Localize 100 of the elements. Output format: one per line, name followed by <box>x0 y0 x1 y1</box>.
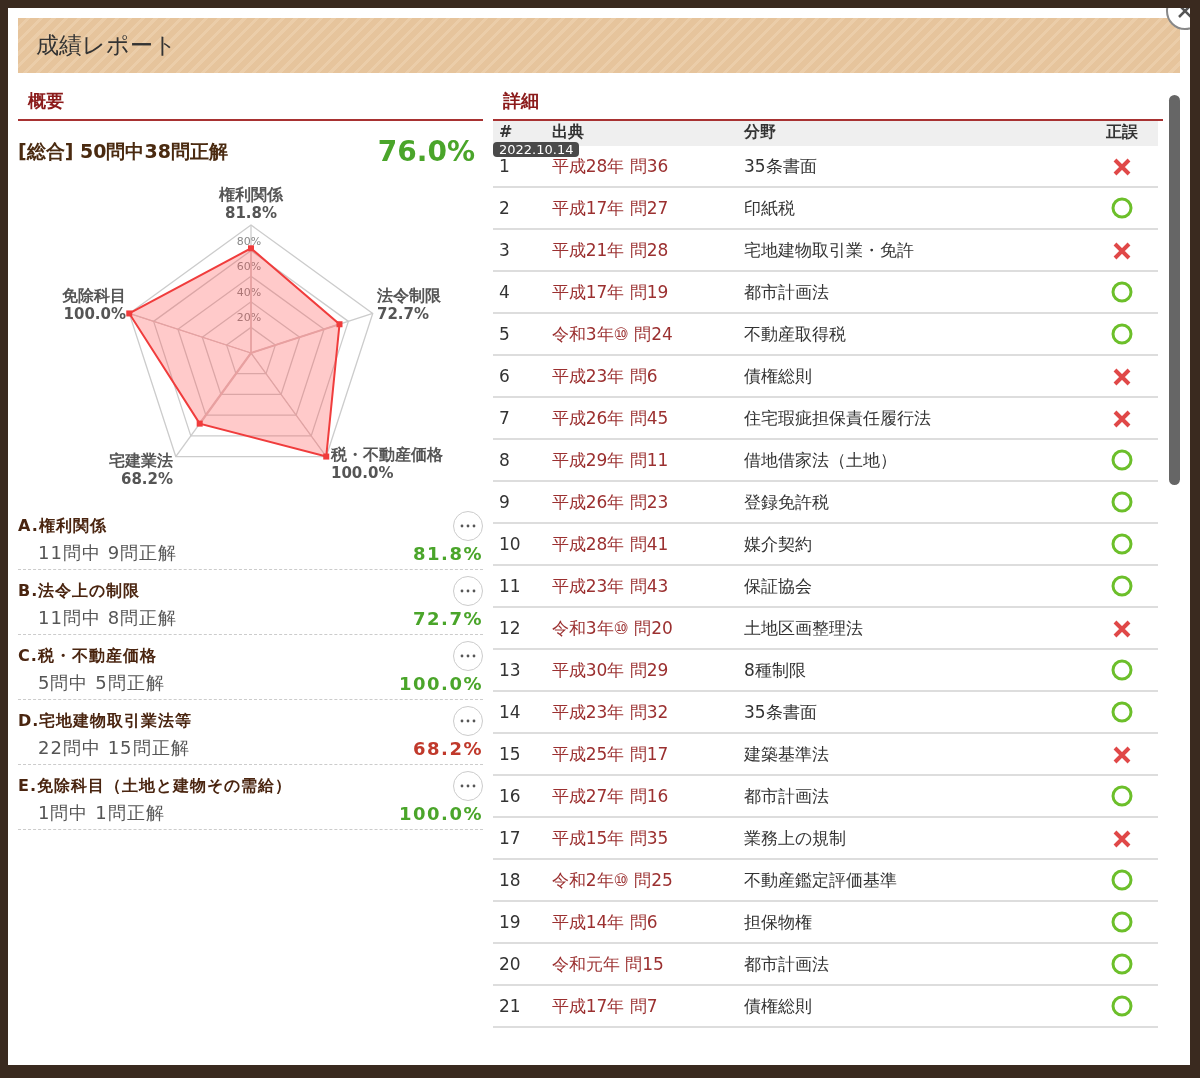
source-cell[interactable]: 平成17年 問19 <box>545 271 738 313</box>
source-cell[interactable]: 令和元年 問15 <box>545 943 738 985</box>
source-cell[interactable]: 平成23年 問32 <box>545 691 738 733</box>
field-cell: 債権総則 <box>737 985 1087 1027</box>
category-count: 11問中 8問正解 <box>38 606 178 630</box>
tick-label: 60% <box>236 260 262 274</box>
field-cell: 業務上の規制 <box>737 817 1087 859</box>
field-cell: 印紙税 <box>737 187 1087 229</box>
field-cell: 住宅瑕疵担保責任履行法 <box>737 397 1087 439</box>
row-number: 9 <box>493 481 546 523</box>
field-cell: 債権総則 <box>737 355 1087 397</box>
category-count: 11問中 9問正解 <box>38 541 178 565</box>
source-cell[interactable]: 平成14年 問6 <box>545 901 738 943</box>
row-number: 11 <box>493 565 546 607</box>
axis-label: 宅建業法 <box>109 451 173 470</box>
axis-value: 81.8% <box>225 204 277 222</box>
scrollbar[interactable] <box>1169 95 1180 485</box>
total-score: [総合] 50問中38問正解 <box>18 138 228 164</box>
dots-icon <box>460 654 476 658</box>
category-rate: 72.7% <box>413 607 483 629</box>
tick-label: 20% <box>236 311 262 325</box>
axis-value: 100.0% <box>331 464 394 482</box>
source-cell[interactable]: 平成23年 問6 <box>545 355 738 397</box>
field-cell: 都市計画法 <box>737 943 1087 985</box>
category-title: E.免除科目（土地と建物その需給） <box>18 775 292 797</box>
row-number: 17 <box>493 817 546 859</box>
source-cell[interactable]: 平成15年 問35 <box>545 817 738 859</box>
category-count: 5問中 5問正解 <box>38 671 165 695</box>
row-number: 5 <box>493 313 546 355</box>
more-button[interactable] <box>453 706 483 736</box>
total-rate: 76.0% <box>377 135 475 168</box>
more-button[interactable] <box>453 771 483 801</box>
field-cell: 担保物権 <box>737 901 1087 943</box>
source-cell[interactable]: 平成25年 問17 <box>545 733 738 775</box>
row-number: 20 <box>493 943 546 985</box>
field-cell: 借地借家法（土地） <box>737 439 1087 481</box>
category-rate: 68.2% <box>413 737 483 759</box>
source-cell[interactable]: 令和2年⑩ 問25 <box>545 859 738 901</box>
dots-icon <box>460 719 476 723</box>
source-cell[interactable]: 平成30年 問29 <box>545 649 738 691</box>
dots-icon <box>460 784 476 788</box>
category-title: C.税・不動産価格 <box>18 645 157 667</box>
axis-label: 権利関係 <box>219 185 283 204</box>
category-rate: 81.8% <box>413 542 483 564</box>
column-header: # <box>499 122 513 141</box>
dots-icon <box>460 524 476 528</box>
source-cell[interactable]: 平成17年 問27 <box>545 187 738 229</box>
field-cell: 都市計画法 <box>737 271 1087 313</box>
axis-label: 税・不動産価格 <box>331 445 443 464</box>
field-cell: 35条書面 <box>737 146 1087 187</box>
category-title: D.宅地建物取引業法等 <box>18 710 193 732</box>
field-cell: 土地区画整理法 <box>737 607 1087 649</box>
dots-icon <box>460 589 476 593</box>
column-header: 出典 <box>551 122 584 141</box>
source-cell[interactable]: 令和3年⑩ 問20 <box>545 607 738 649</box>
row-number: 15 <box>493 733 546 775</box>
column-header: 正誤 <box>1106 122 1139 141</box>
source-cell[interactable]: 平成28年 問41 <box>545 523 738 565</box>
category-title: B.法令上の制限 <box>18 580 141 602</box>
data-point <box>336 321 343 328</box>
row-number: 19 <box>493 901 546 943</box>
row-number: 2 <box>493 187 546 229</box>
source-cell[interactable]: 平成27年 問16 <box>545 775 738 817</box>
field-cell: 都市計画法 <box>737 775 1087 817</box>
data-point <box>323 453 330 460</box>
row-number: 3 <box>493 229 546 271</box>
category-title: A.権利関係 <box>18 515 107 537</box>
row-number: 4 <box>493 271 546 313</box>
more-button[interactable] <box>453 641 483 671</box>
row-number: 6 <box>493 355 546 397</box>
dialog-title: 成績レポート <box>36 31 177 60</box>
row-number: 10 <box>493 523 546 565</box>
axis-value: 68.2% <box>120 470 173 488</box>
data-point <box>126 310 133 317</box>
source-cell[interactable]: 平成21年 問28 <box>545 229 738 271</box>
data-point <box>248 245 254 252</box>
field-cell: 宅地建物取引業・免許 <box>737 229 1087 271</box>
source-cell[interactable]: 平成26年 問45 <box>545 397 738 439</box>
field-cell: 35条書面 <box>737 691 1087 733</box>
category-rate: 100.0% <box>399 672 483 694</box>
row-number: 16 <box>493 775 546 817</box>
source-cell[interactable]: 平成17年 問7 <box>545 985 738 1027</box>
source-cell[interactable]: 平成23年 問43 <box>545 565 738 607</box>
row-number: 7 <box>493 397 546 439</box>
row-number: 21 <box>493 985 546 1027</box>
more-button[interactable] <box>453 576 483 606</box>
row-number: 14 <box>493 691 546 733</box>
source-cell[interactable]: 平成29年 問11 <box>545 439 738 481</box>
row-number: 18 <box>493 859 546 901</box>
row-number: 13 <box>493 649 546 691</box>
source-cell[interactable]: 平成26年 問23 <box>545 481 738 523</box>
source-cell[interactable]: 令和3年⑩ 問24 <box>545 313 738 355</box>
field-cell: 媒介契約 <box>737 523 1087 565</box>
tick-label: 80% <box>236 234 262 248</box>
data-point <box>196 420 203 427</box>
more-button[interactable] <box>453 511 483 541</box>
axis-value: 100.0% <box>63 305 126 323</box>
tick-label: 40% <box>236 285 262 299</box>
field-cell: 建築基準法 <box>737 733 1087 775</box>
column-header: 分野 <box>743 122 776 141</box>
